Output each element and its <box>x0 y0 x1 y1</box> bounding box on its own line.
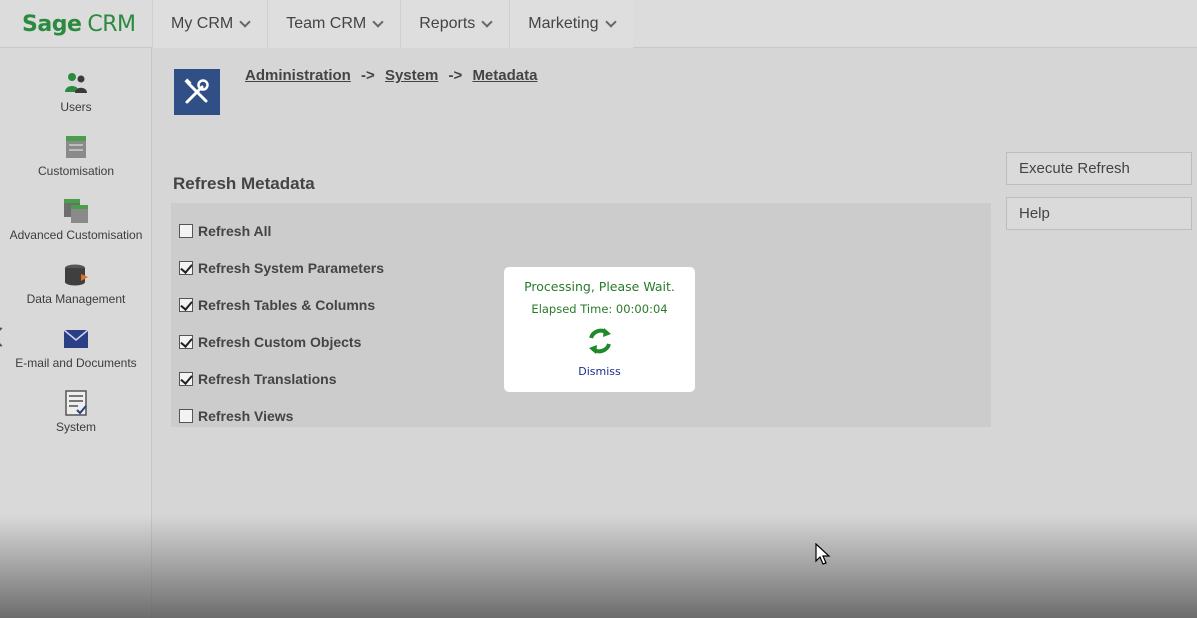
option-refresh-translations[interactable]: Refresh Translations <box>179 371 337 387</box>
customisation-icon <box>66 136 86 158</box>
top-bar: Sage CRM My CRM Team CRM Reports Marketi… <box>0 0 1197 48</box>
option-label: Refresh Custom Objects <box>198 334 362 350</box>
execute-refresh-button[interactable]: Execute Refresh <box>1006 152 1192 185</box>
envelope-icon <box>63 329 89 348</box>
nav-marketing-label: Marketing <box>528 15 599 32</box>
sidebar-item-customisation[interactable]: Customisation <box>0 134 152 178</box>
chevron-down-icon <box>239 16 251 28</box>
logo-brand: Sage <box>22 11 82 37</box>
sidebar-item-email-documents[interactable]: E-mail and Documents <box>0 326 152 370</box>
data-management-icon <box>65 264 88 286</box>
breadcrumb: Administration -> System -> Metadata <box>245 67 537 84</box>
option-label: Refresh Tables & Columns <box>198 297 376 313</box>
advanced-customisation-icon <box>64 199 88 223</box>
sidebar-item-users[interactable]: Users <box>0 70 152 114</box>
logo-suffix: CRM <box>87 11 136 37</box>
checkbox[interactable] <box>179 261 193 275</box>
main-nav: My CRM Team CRM Reports Marketing <box>152 0 633 48</box>
admin-sidebar: Users Customisation Advanced Customisati… <box>0 48 152 618</box>
nav-marketing[interactable]: Marketing <box>509 0 633 48</box>
checkbox[interactable] <box>179 224 193 238</box>
dismiss-link[interactable]: Dismiss <box>578 365 621 378</box>
option-label: Refresh All <box>198 223 272 239</box>
breadcrumb-separator: -> <box>361 67 375 84</box>
checkbox[interactable] <box>179 372 193 386</box>
sidebar-item-label: Data Management <box>26 292 126 306</box>
nav-my-crm[interactable]: My CRM <box>152 0 268 48</box>
breadcrumb-system[interactable]: System <box>385 67 438 84</box>
users-icon <box>65 73 87 93</box>
administration-tools-icon <box>174 69 220 115</box>
sidebar-item-advanced-customisation[interactable]: Advanced Customisation <box>0 198 152 242</box>
checkbox[interactable] <box>179 298 193 312</box>
option-label: Refresh System Parameters <box>198 260 384 276</box>
option-refresh-tables-columns[interactable]: Refresh Tables & Columns <box>179 297 375 313</box>
section-title: Refresh Metadata <box>173 174 315 193</box>
sidebar-item-label: E-mail and Documents <box>15 356 137 370</box>
option-label: Refresh Views <box>198 408 294 424</box>
processing-message: Processing, Please Wait. <box>524 279 675 294</box>
sidebar-item-label: Advanced Customisation <box>9 228 143 242</box>
chevron-down-icon <box>481 16 493 28</box>
sidebar-item-data-management[interactable]: Data Management <box>0 262 152 306</box>
option-refresh-all[interactable]: Refresh All <box>179 223 271 239</box>
nav-team-crm-label: Team CRM <box>286 15 367 32</box>
sidebar-item-label: System <box>55 420 96 434</box>
chevron-down-icon <box>604 16 617 28</box>
breadcrumb-separator: -> <box>448 67 463 84</box>
option-refresh-custom-objects[interactable]: Refresh Custom Objects <box>179 334 361 350</box>
system-icon <box>65 390 87 416</box>
processing-dialog: Processing, Please Wait. Elapsed Time: 0… <box>504 267 695 392</box>
elapsed-time: Elapsed Time: 00:00:04 <box>531 302 668 316</box>
sidebar-item-label: Users <box>60 100 92 114</box>
sidebar-item-system[interactable]: System <box>0 390 152 434</box>
breadcrumb-administration[interactable]: Administration <box>245 67 351 84</box>
sage-crm-logo[interactable]: Sage CRM <box>0 0 152 48</box>
nav-reports-label: Reports <box>419 15 476 32</box>
mouse-cursor-icon <box>815 543 831 565</box>
option-label: Refresh Translations <box>198 371 337 387</box>
sidebar-item-label: Customisation <box>37 164 115 178</box>
option-refresh-system-parameters[interactable]: Refresh System Parameters <box>179 260 384 276</box>
chevron-down-icon <box>372 16 384 28</box>
nav-my-crm-label: My CRM <box>171 15 234 32</box>
checkbox[interactable] <box>179 335 193 349</box>
nav-reports[interactable]: Reports <box>400 0 510 48</box>
refresh-spinner-icon <box>588 328 611 354</box>
nav-team-crm[interactable]: Team CRM <box>267 0 401 48</box>
checkbox[interactable] <box>179 409 193 423</box>
help-button[interactable]: Help <box>1006 197 1192 230</box>
breadcrumb-metadata[interactable]: Metadata <box>472 67 537 84</box>
option-refresh-views[interactable]: Refresh Views <box>179 408 293 424</box>
